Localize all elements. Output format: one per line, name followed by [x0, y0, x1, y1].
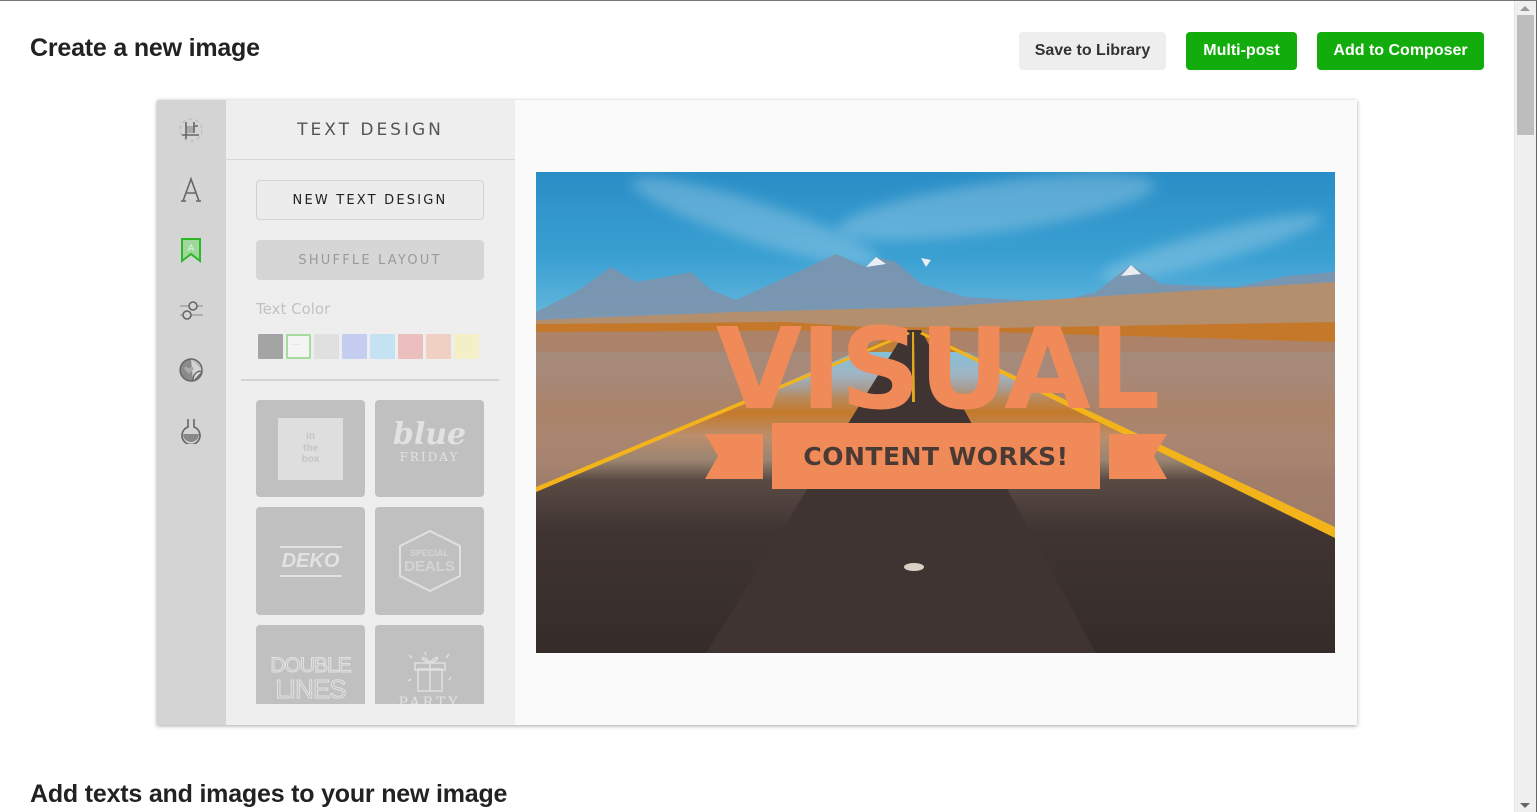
text-color-swatches: [258, 334, 479, 359]
sticker-icon: [179, 358, 204, 382]
scroll-down-arrow-icon[interactable]: [1520, 803, 1530, 808]
shuffle-layout-button[interactable]: SHUFFLE LAYOUT: [256, 240, 484, 280]
scroll-thumb[interactable]: [1517, 15, 1534, 135]
scroll-up-arrow-icon[interactable]: [1520, 6, 1530, 11]
color-swatch-selected[interactable]: [286, 334, 311, 359]
new-text-design-button[interactable]: NEW TEXT DESIGN: [256, 180, 484, 220]
font-icon: [181, 176, 201, 202]
color-swatch[interactable]: [314, 334, 339, 359]
headline-text[interactable]: VISUAL: [707, 314, 1167, 426]
template-blue-friday[interactable]: blue FRIDAY: [375, 400, 484, 497]
color-swatch[interactable]: [342, 334, 367, 359]
tool-rail: A: [157, 100, 226, 725]
canvas-stage: VISUAL CONTENT WORKS!: [515, 100, 1357, 725]
template-double-lines[interactable]: DOUBLE LINES: [256, 625, 365, 704]
filter-tool[interactable]: [177, 416, 205, 444]
template-line: DOUBLE: [270, 654, 352, 677]
add-to-composer-button[interactable]: Add to Composer: [1317, 32, 1484, 70]
text-design-tool[interactable]: A: [177, 236, 205, 264]
template-line: blue: [392, 416, 467, 452]
adjust-icon: [180, 301, 203, 320]
save-to-library-button[interactable]: Save to Library: [1019, 32, 1166, 70]
color-swatch[interactable]: [426, 334, 451, 359]
adjust-tool[interactable]: [177, 296, 205, 324]
template-in-the-box[interactable]: in the box: [256, 400, 365, 497]
template-deko[interactable]: DEKO: [256, 507, 365, 615]
crop-tool[interactable]: [177, 116, 205, 144]
color-swatch[interactable]: [258, 334, 283, 359]
page-title: Create a new image: [30, 34, 260, 62]
multi-post-button[interactable]: Multi-post: [1186, 32, 1297, 70]
image-editor: A TEXT DESIGN NEW TEXT DESIGN SHUFFLE LA…: [157, 100, 1357, 725]
banner-text[interactable]: CONTENT WORKS!: [772, 423, 1100, 489]
image-canvas[interactable]: VISUAL CONTENT WORKS!: [536, 172, 1335, 653]
template-special-deals[interactable]: SPECIAL DEALS: [375, 507, 484, 615]
template-line: DEKO: [281, 549, 340, 572]
template-line: LINES: [275, 674, 347, 704]
text-design-overlay[interactable]: VISUAL CONTENT WORKS!: [536, 172, 1335, 653]
panel-divider: [241, 379, 499, 381]
template-line: PARTY: [398, 695, 461, 704]
template-line: FRIDAY: [399, 449, 460, 464]
template-party[interactable]: PARTY: [375, 625, 484, 704]
gift-icon: [407, 651, 452, 692]
text-design-icon: A: [181, 238, 201, 264]
template-line: SPECIAL: [409, 547, 449, 558]
filter-icon: [181, 419, 201, 444]
page-scrollbar[interactable]: [1514, 1, 1536, 812]
color-swatch[interactable]: [370, 334, 395, 359]
color-swatch[interactable]: [398, 334, 423, 359]
font-tool[interactable]: [177, 176, 205, 204]
section-title: Add texts and images to your new image: [30, 780, 508, 808]
text-color-label: Text Color: [256, 300, 331, 318]
template-line: the: [303, 442, 318, 454]
crop-icon: [179, 118, 203, 142]
text-design-panel: TEXT DESIGN NEW TEXT DESIGN SHUFFLE LAYO…: [226, 100, 583, 725]
color-swatch[interactable]: [454, 334, 479, 359]
template-grid: in the box blue FRIDAY DEKO SPECIAL DEAL: [256, 400, 496, 704]
sticker-tool[interactable]: [177, 356, 205, 384]
panel-title: TEXT DESIGN: [226, 100, 515, 160]
template-line: DEALS: [404, 557, 455, 575]
svg-text:A: A: [188, 244, 195, 254]
template-line: in: [306, 431, 315, 443]
template-line: box: [301, 454, 320, 466]
